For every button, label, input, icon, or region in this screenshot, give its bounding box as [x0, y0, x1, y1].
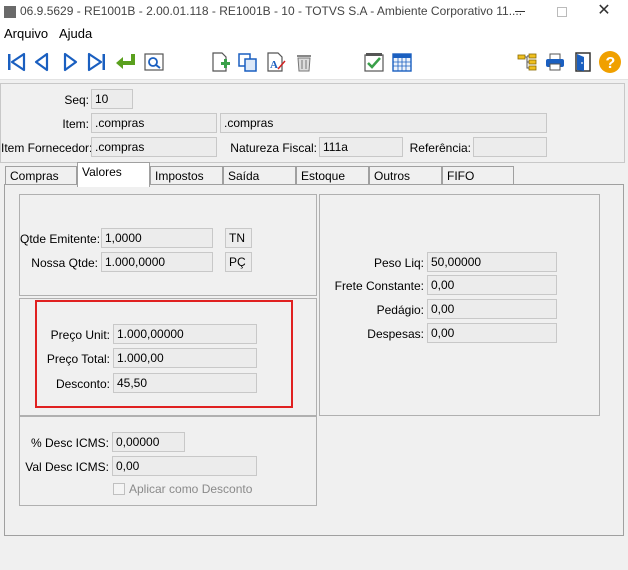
delete-record-icon[interactable]: [292, 50, 316, 74]
status-bar: [0, 539, 628, 570]
item-label: Item:: [62, 117, 89, 131]
seq-label: Seq:: [64, 93, 89, 107]
frete-constante-field[interactable]: 0,00: [427, 275, 557, 295]
edit-record-icon[interactable]: A: [264, 50, 288, 74]
next-record-icon[interactable]: [58, 50, 82, 74]
help-icon[interactable]: ?: [598, 50, 622, 74]
peso-liq-field[interactable]: 50,00000: [427, 252, 557, 272]
svg-text:A: A: [270, 59, 278, 71]
quantity-group: Qtde Emitente: 1,0000 TN Nossa Qtde: 1.0…: [19, 194, 317, 296]
pedagio-label: Pedágio:: [376, 303, 424, 317]
maximize-button[interactable]: [540, 0, 584, 24]
natureza-fiscal-label: Natureza Fiscal:: [230, 141, 317, 155]
tab-outros[interactable]: Outros: [369, 166, 442, 186]
structure-tree-icon[interactable]: [515, 50, 539, 74]
last-record-icon[interactable]: [85, 50, 109, 74]
desc-icms-pct-label: % Desc ICMS:: [30, 436, 109, 450]
qtde-emitente-label: Qtde Emitente:: [20, 232, 101, 246]
frete-constante-label: Frete Constante:: [334, 279, 424, 293]
print-icon[interactable]: [543, 50, 567, 74]
search-icon[interactable]: [142, 50, 166, 74]
val-desc-icms-field[interactable]: 0,00: [112, 456, 257, 476]
nossa-qtde-label: Nossa Qtde:: [31, 256, 98, 270]
tab-fifo[interactable]: FIFO: [442, 166, 514, 186]
previous-record-icon[interactable]: [30, 50, 54, 74]
referencia-label: Referência:: [409, 141, 471, 155]
window-title: 06.9.5629 - RE1001B - 2.00.01.118 - RE10…: [20, 4, 523, 18]
highlight-box: [35, 300, 293, 408]
weights-costs-group: Peso Liq: 50,00000 Frete Constante: 0,00…: [319, 194, 600, 416]
calendar-icon[interactable]: [390, 50, 414, 74]
tab-impostos[interactable]: Impostos: [150, 166, 223, 186]
peso-liq-label: Peso Liq:: [373, 256, 424, 270]
first-record-icon[interactable]: [4, 50, 28, 74]
item-fornecedor-label: Item Fornecedor:: [1, 141, 93, 155]
tab-estoque[interactable]: Estoque: [296, 166, 369, 186]
natureza-fiscal-field[interactable]: 111a: [319, 137, 403, 157]
val-desc-icms-label: Val Desc ICMS:: [25, 460, 109, 474]
minimize-button[interactable]: [498, 0, 542, 24]
qtde-emitente-field[interactable]: 1,0000: [101, 228, 213, 248]
aplicar-desconto-checkbox[interactable]: [113, 483, 125, 495]
seq-field[interactable]: 10: [91, 89, 133, 109]
new-record-icon[interactable]: [208, 50, 232, 74]
valores-tab-panel: Qtde Emitente: 1,0000 TN Nossa Qtde: 1.0…: [4, 184, 624, 536]
title-bar: 06.9.5629 - RE1001B - 2.00.01.118 - RE10…: [0, 0, 628, 24]
exit-icon[interactable]: [571, 50, 595, 74]
pedagio-field[interactable]: 0,00: [427, 299, 557, 319]
toolbar: A ?: [0, 44, 628, 80]
copy-record-icon[interactable]: [236, 50, 260, 74]
qtde-emitente-unit[interactable]: TN: [225, 228, 252, 248]
icms-group: % Desc ICMS: 0,00000 Val Desc ICMS: 0,00…: [19, 416, 317, 506]
tab-valores[interactable]: Valores: [77, 162, 150, 187]
tab-saida[interactable]: Saída: [223, 166, 296, 186]
item-description-field[interactable]: .compras: [220, 113, 547, 133]
item-code-field[interactable]: .compras: [91, 113, 217, 133]
go-to-record-icon[interactable]: [113, 50, 137, 74]
menu-bar: Arquivo Ajuda: [0, 24, 628, 44]
desc-icms-pct-field[interactable]: 0,00000: [112, 432, 185, 452]
item-fornecedor-field[interactable]: .compras: [91, 137, 217, 157]
svg-text:?: ?: [606, 55, 616, 72]
referencia-field[interactable]: [473, 137, 547, 157]
header-panel: Seq: 10 Item: .compras .compras Item For…: [0, 83, 625, 163]
nossa-qtde-field[interactable]: 1.000,0000: [101, 252, 213, 272]
app-icon: [4, 6, 16, 18]
form-area: Seq: 10 Item: .compras .compras Item For…: [0, 80, 628, 570]
confirm-icon[interactable]: [362, 50, 386, 74]
menu-arquivo[interactable]: Arquivo: [4, 26, 48, 41]
tab-bar: Compras Valores Impostos Saída Estoque O…: [0, 162, 628, 187]
despesas-label: Despesas:: [367, 327, 424, 341]
menu-ajuda[interactable]: Ajuda: [59, 26, 92, 41]
aplicar-desconto-label: Aplicar como Desconto: [129, 482, 253, 496]
close-button[interactable]: ✕: [582, 0, 626, 24]
tab-compras[interactable]: Compras: [5, 166, 77, 186]
despesas-field[interactable]: 0,00: [427, 323, 557, 343]
nossa-qtde-unit[interactable]: PÇ: [225, 252, 252, 272]
